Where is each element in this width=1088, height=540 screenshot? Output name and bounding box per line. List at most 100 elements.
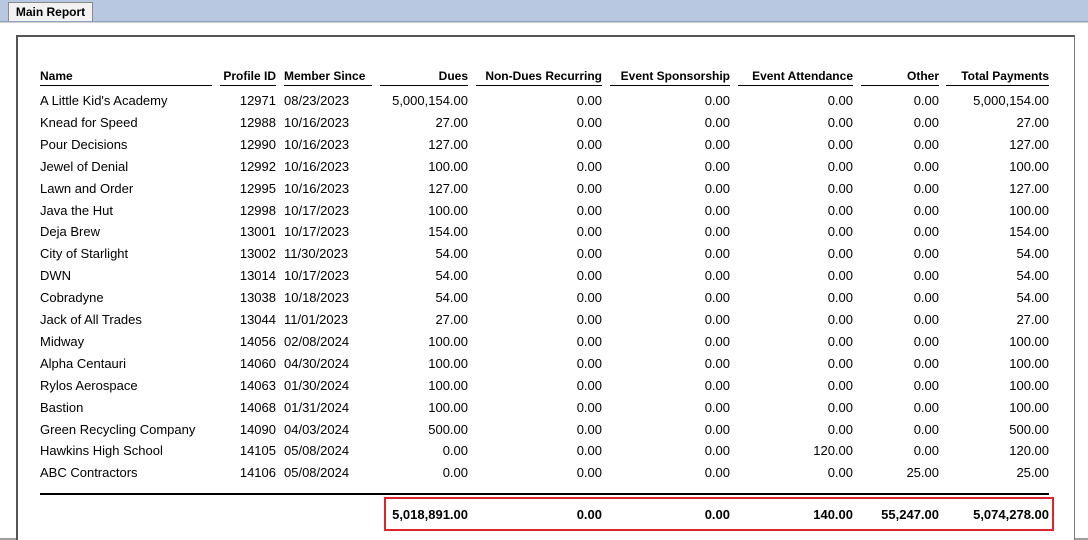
total-non-dues: 0.00 <box>576 507 602 522</box>
cell-other: 0.00 <box>913 312 939 327</box>
cell-other: 0.00 <box>913 399 939 415</box>
cell-name: Green Recycling Company <box>40 421 196 437</box>
column-header-event-attendance: Event Attendance <box>738 69 853 86</box>
cell-event-attendance: 0.00 <box>827 114 853 130</box>
column-header-profile-id: Profile ID <box>220 69 276 86</box>
cell-total: 100.00 <box>1009 333 1049 349</box>
cell-event-attendance: 0.00 <box>827 290 853 306</box>
cell-event-attendance: 0.00 <box>827 333 853 349</box>
cell-other: 0.00 <box>913 158 939 174</box>
cell-profile-id: 13044 <box>239 312 276 327</box>
cell-dues: 5,000,154.00 <box>392 93 468 108</box>
cell-name: ABC Contractors <box>40 465 138 481</box>
cell-event-attendance: 0.00 <box>827 93 853 108</box>
cell-profile-id: 13002 <box>239 246 276 262</box>
cell-event-sponsorship: 0.00 <box>704 224 730 240</box>
cell-member-since: 10/16/2023 <box>284 114 350 130</box>
cell-dues: 54.00 <box>435 290 468 306</box>
cell-total: 100.00 <box>1009 158 1049 174</box>
cell-event-attendance: 0.00 <box>827 355 853 371</box>
cell-other: 0.00 <box>913 268 939 284</box>
cell-name: Alpha Centauri <box>40 355 126 371</box>
cell-other: 0.00 <box>913 246 939 262</box>
total-event-sponsorship: 0.00 <box>704 507 730 522</box>
cell-profile-id: 14106 <box>239 465 276 481</box>
cell-dues: 0.00 <box>442 465 468 481</box>
report-page: Name Profile ID Member Since Dues Non-Dues R… <box>16 35 1075 540</box>
cell-non-dues: 0.00 <box>576 465 602 481</box>
cell-profile-id: 13001 <box>239 224 276 240</box>
cell-member-since: 01/30/2024 <box>284 377 350 393</box>
cell-non-dues: 0.00 <box>576 268 602 284</box>
cell-non-dues: 0.00 <box>576 421 602 437</box>
cell-other: 0.00 <box>913 136 939 152</box>
cell-non-dues: 0.00 <box>576 202 602 218</box>
report-viewer[interactable]: Name Profile ID Member Since Dues Non-Dues R… <box>0 22 1088 540</box>
cell-non-dues: 0.00 <box>576 224 602 240</box>
cell-dues: 127.00 <box>428 136 468 152</box>
cell-name: Hawkins High School <box>40 443 163 459</box>
cell-total: 500.00 <box>1009 421 1049 437</box>
cell-other: 0.00 <box>913 114 939 130</box>
cell-total: 5,000,154.00 <box>973 93 1049 108</box>
cell-event-attendance: 0.00 <box>827 421 853 437</box>
cell-name: Bastion <box>40 399 84 415</box>
cell-event-attendance: 0.00 <box>827 377 853 393</box>
cell-non-dues: 0.00 <box>576 399 602 415</box>
cell-dues: 100.00 <box>428 399 468 415</box>
cell-name: Cobradyne <box>40 290 104 306</box>
cell-total: 100.00 <box>1009 202 1049 218</box>
cell-other: 0.00 <box>913 93 939 108</box>
cell-member-since: 01/31/2024 <box>284 399 350 415</box>
cell-member-since: 05/08/2024 <box>284 443 350 459</box>
cell-member-since: 11/30/2023 <box>284 246 349 262</box>
cell-name: Deja Brew <box>40 224 100 240</box>
tab-main-report[interactable]: Main Report <box>8 2 93 21</box>
cell-other: 0.00 <box>913 355 939 371</box>
cell-non-dues: 0.00 <box>576 246 602 262</box>
cell-non-dues: 0.00 <box>576 114 602 130</box>
cell-dues: 27.00 <box>435 114 468 130</box>
cell-other: 25.00 <box>906 465 939 481</box>
cell-other: 0.00 <box>913 202 939 218</box>
cell-other: 0.00 <box>913 421 939 437</box>
cell-non-dues: 0.00 <box>576 312 602 327</box>
cell-non-dues: 0.00 <box>576 180 602 196</box>
cell-other: 0.00 <box>913 377 939 393</box>
cell-event-attendance: 0.00 <box>827 465 853 481</box>
cell-dues: 100.00 <box>428 377 468 393</box>
cell-dues: 0.00 <box>442 443 468 459</box>
cell-event-sponsorship: 0.00 <box>704 465 730 481</box>
cell-event-sponsorship: 0.00 <box>704 333 730 349</box>
cell-non-dues: 0.00 <box>576 355 602 371</box>
cell-name: Pour Decisions <box>40 136 128 152</box>
column-header-dues: Dues <box>380 69 468 86</box>
cell-event-sponsorship: 0.00 <box>704 355 730 371</box>
column-header-name: Name <box>40 69 212 86</box>
cell-total: 54.00 <box>1016 246 1049 262</box>
cell-event-sponsorship: 0.00 <box>704 312 730 327</box>
cell-event-sponsorship: 0.00 <box>704 114 730 130</box>
cell-member-since: 10/17/2023 <box>284 224 350 240</box>
cell-member-since: 10/16/2023 <box>284 136 350 152</box>
column-header-other: Other <box>861 69 939 86</box>
cell-profile-id: 14105 <box>239 443 276 459</box>
cell-other: 0.00 <box>913 443 939 459</box>
tab-bar: Main Report <box>0 0 1088 22</box>
cell-profile-id: 12995 <box>239 180 276 196</box>
cell-profile-id: 12992 <box>239 158 276 174</box>
cell-event-sponsorship: 0.00 <box>704 136 730 152</box>
cell-event-sponsorship: 0.00 <box>704 443 730 459</box>
cell-profile-id: 14090 <box>239 421 276 437</box>
cell-other: 0.00 <box>913 333 939 349</box>
cell-dues: 100.00 <box>428 158 468 174</box>
cell-member-since: 10/17/2023 <box>284 202 350 218</box>
cell-event-sponsorship: 0.00 <box>704 158 730 174</box>
column-header-total: Total Payments <box>946 69 1049 86</box>
cell-member-since: 05/08/2024 <box>284 465 350 481</box>
cell-non-dues: 0.00 <box>576 333 602 349</box>
cell-profile-id: 12990 <box>239 136 276 152</box>
cell-non-dues: 0.00 <box>576 136 602 152</box>
cell-total: 120.00 <box>1009 443 1049 459</box>
cell-event-sponsorship: 0.00 <box>704 421 730 437</box>
